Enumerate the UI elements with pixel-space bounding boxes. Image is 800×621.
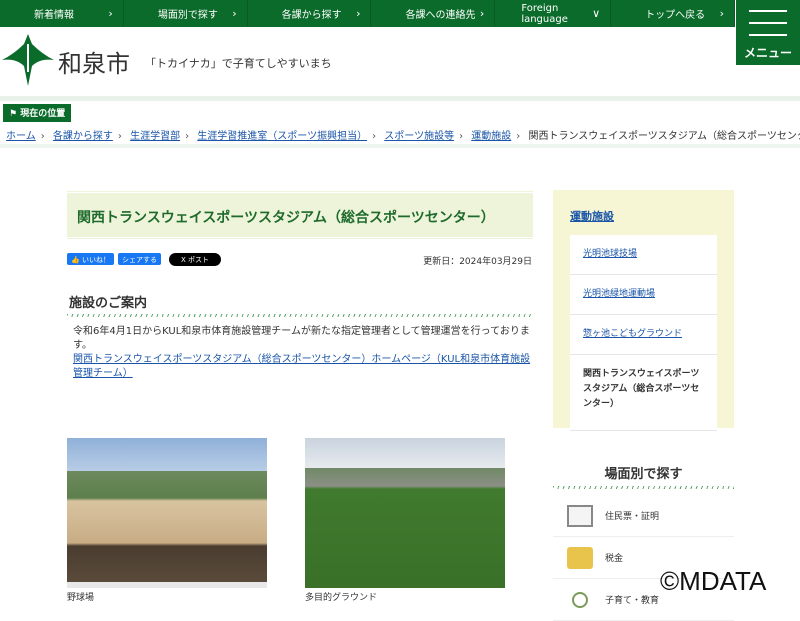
money-icon <box>567 546 593 569</box>
sidebar-link[interactable]: 光明池緑地運動場 <box>583 289 655 299</box>
sidebar-item: 光明池緑地運動場 <box>570 275 717 315</box>
chevron-right-icon: › <box>232 7 237 20</box>
document-pen-icon <box>567 504 593 527</box>
like-button[interactable]: 👍 いいね！ <box>67 253 114 265</box>
hamburger-icon <box>736 0 800 36</box>
multipurpose-ground-photo <box>305 438 505 588</box>
social-buttons: 👍 いいね！ シェアする X ポスト <box>67 253 221 266</box>
sidebar-list: 光明池球技場 光明池緑地運動場 惣ヶ池こどもグラウンド 関西トランスウェイスポー… <box>570 235 717 431</box>
nav-foreign-language[interactable]: Foreign language ∨ <box>495 0 612 27</box>
tagline: 「トカイナカ」で子育てしやすいまち <box>145 57 332 70</box>
nav-contacts[interactable]: 各課への連絡先 › <box>371 0 496 27</box>
baseball-field-photo <box>67 438 267 588</box>
sidebar-sports-facilities: 運動施設 光明池球技場 光明池緑地運動場 惣ヶ池こどもグラウンド 関西トランスウ… <box>553 190 734 431</box>
divider <box>0 144 800 148</box>
menu-label: メニュー <box>743 46 792 60</box>
divider <box>0 96 800 101</box>
location-text: 現在の位置 <box>20 109 66 119</box>
body-content: 令和6年4月1日からKUL和泉市体育施設管理チームが新たな指定管理者として管理運… <box>73 325 533 381</box>
breadcrumb-link[interactable]: スポーツ施設等 <box>384 131 454 142</box>
nav-back-to-top[interactable]: トップへ戻る › <box>611 0 735 27</box>
top-navigation: 新着情報 › 場面別で探す › 各課から探す › 各課への連絡先 › Foreign l… <box>0 0 735 27</box>
nav-label: 各課から探す <box>281 10 342 21</box>
dashed-divider <box>67 314 533 317</box>
nav-scene[interactable]: 場面別で探す › <box>124 0 248 27</box>
scene-item-certificates[interactable]: 住民票・証明 <box>553 495 734 537</box>
page-title-box: 関西トランスウェイスポーツスタジアム（総合スポーツセンター） <box>67 190 533 240</box>
nav-label: Foreign language <box>521 2 568 25</box>
scene-label: 住民票・証明 <box>605 512 660 522</box>
sidebar-item: 光明池球技場 <box>570 235 717 275</box>
chevron-down-icon: ∨ <box>592 7 601 20</box>
breadcrumb-link[interactable]: 各課から探す <box>53 131 113 142</box>
watermark: ©MDATA <box>660 566 767 596</box>
dashed-divider <box>553 486 734 489</box>
city-name[interactable]: 和泉市 <box>58 44 130 79</box>
nav-label: 新着情報 <box>34 10 74 21</box>
chevron-right-icon: › <box>108 7 113 20</box>
chevron-right-icon: › <box>356 7 361 20</box>
photo-caption: 多目的グラウンド <box>305 593 378 603</box>
nav-news[interactable]: 新着情報 › <box>0 0 124 27</box>
breadcrumb: ホーム › 各課から探す › 生涯学習部 › 生涯学習推進室（スポーツ振興担当） › ス… <box>6 127 800 142</box>
breadcrumb-link[interactable]: 生涯学習部 <box>130 131 180 142</box>
breadcrumb-current: 関西トランスウェイスポーツスタジアム（総合スポーツセンター） <box>528 131 800 142</box>
breadcrumb-link[interactable]: ホーム <box>6 131 36 142</box>
nav-label: 各課への連絡先 <box>405 10 476 21</box>
breadcrumb-link[interactable]: 生涯学習推進室（スポーツ振興担当） <box>197 131 367 142</box>
homepage-link[interactable]: 関西トランスウェイスポーツスタジアム（総合スポーツセンター）ホームページ（KUL… <box>73 354 530 379</box>
nav-label: トップへ戻る <box>645 10 706 21</box>
like-label: いいね！ <box>81 256 110 264</box>
nav-label: 場面別で探す <box>157 10 218 21</box>
chevron-right-icon: › <box>479 7 485 20</box>
page-title: 関西トランスウェイスポーツスタジアム（総合スポーツセンター） <box>77 210 495 226</box>
nav-departments[interactable]: 各課から探す › <box>248 0 372 27</box>
scene-heading: 場面別で探す <box>604 467 683 482</box>
chevron-right-icon: › <box>719 7 724 20</box>
sidebar-item: 惣ヶ池こどもグラウンド <box>570 315 717 355</box>
scene-label: 税金 <box>605 554 624 564</box>
section-title: 施設のご案内 <box>69 296 148 311</box>
breadcrumb-link[interactable]: 運動施設 <box>471 131 511 142</box>
x-post-button[interactable]: X ポスト <box>168 253 221 266</box>
sidebar-heading-link[interactable]: 運動施設 <box>570 208 614 224</box>
body-text: 令和6年4月1日からKUL和泉市体育施設管理チームが新たな指定管理者として管理運… <box>73 326 530 351</box>
photo-caption: 野球場 <box>67 593 95 603</box>
share-button[interactable]: シェアする <box>117 253 161 265</box>
city-logo-icon[interactable] <box>2 34 54 86</box>
updated-date: 更新日：2024年03月29日 <box>423 257 532 267</box>
sidebar-link[interactable]: 光明池球技場 <box>583 249 637 259</box>
menu-button[interactable]: メニュー <box>736 0 800 65</box>
sidebar-item-current: 関西トランスウェイスポーツスタジアム（総合スポーツセンター） <box>570 355 717 431</box>
thumbs-up-icon: 👍 <box>71 256 80 264</box>
flag-icon: ⚑ <box>9 109 21 119</box>
location-label: ⚑ 現在の位置 <box>3 104 72 122</box>
sidebar-link[interactable]: 惣ヶ池こどもグラウンド <box>583 329 682 339</box>
